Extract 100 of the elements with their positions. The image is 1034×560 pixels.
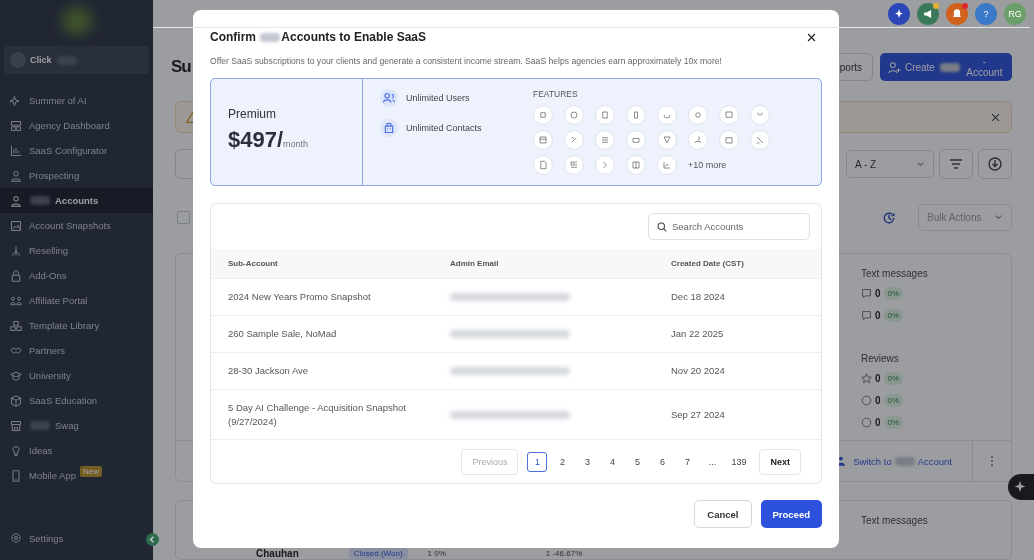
sidebar-item[interactable]: Ideas — [0, 438, 153, 463]
logo-blur — [56, 4, 97, 38]
search-icon — [657, 222, 667, 232]
feature-icon — [719, 105, 739, 125]
settings-item[interactable]: Settings — [0, 532, 70, 544]
blocks-icon — [10, 319, 22, 332]
feature-icon — [595, 105, 615, 125]
proceed-button[interactable]: Proceed — [760, 500, 822, 528]
sidebar-item[interactable]: Mobile App New — [0, 463, 153, 488]
plan-price: $497/month — [228, 127, 310, 153]
header-button[interactable] — [888, 2, 910, 25]
bulb-icon — [10, 444, 22, 457]
change-badge: 0% — [883, 415, 904, 429]
chat-icon — [861, 309, 872, 321]
dialog-subtitle: Offer SaaS subscriptions to your clients and generate a consistent income stream. SaaS helps agencies earn approximately 10x more! — [210, 56, 723, 66]
sidebar-item[interactable]: Partners — [0, 338, 153, 363]
stat-title: Text messages — [861, 515, 929, 528]
column-header: Admin Email — [450, 259, 500, 268]
create-account-button[interactable]: Create -Account — [880, 53, 1012, 82]
chart-icon — [10, 144, 22, 157]
feature-icon — [719, 130, 739, 150]
bulk-actions-dropdown[interactable]: Bulk Actions — [918, 204, 1012, 232]
change-badge: 0% — [883, 308, 904, 322]
table-cell-text: Nov 20 2024 — [671, 364, 726, 378]
stat-value: 0 — [875, 394, 881, 406]
collapse-button[interactable] — [146, 533, 159, 546]
feature-icon — [750, 105, 770, 125]
notification-dot — [933, 2, 939, 9]
feature-icon — [564, 155, 584, 175]
cancel-button[interactable]: Cancel — [694, 500, 752, 528]
account-switcher[interactable]: Click — [4, 46, 149, 74]
sort-dropdown[interactable]: A - Z — [846, 150, 934, 179]
sidebar-item[interactable]: Template Library — [0, 313, 153, 338]
lock-icon — [10, 269, 22, 282]
close-icon[interactable] — [806, 31, 817, 43]
more-features-label: +10 more — [688, 160, 728, 170]
table-cell-text: 2024 New Years Promo Snapshot — [228, 290, 372, 304]
person-icon — [10, 194, 22, 207]
history-icon[interactable] — [881, 209, 897, 226]
building-icon — [380, 119, 398, 137]
new-badge: New — [80, 466, 103, 477]
ai-assistant-button[interactable] — [1008, 474, 1034, 500]
feature-icon — [595, 155, 615, 175]
sidebar-item[interactable]: Agency Dashboard — [0, 113, 153, 138]
feature-icon — [688, 130, 708, 150]
notification-dot — [962, 2, 968, 9]
stat-value: 0 — [875, 309, 881, 321]
download-button[interactable] — [978, 149, 1012, 180]
stat-value: 0 — [875, 416, 881, 428]
account-name: Chauhan — [256, 549, 299, 559]
store-icon — [10, 419, 22, 432]
table-cell-text: 28-30 Jackson Ave — [228, 364, 310, 378]
sidebar-item[interactable]: SaaS Configurator — [0, 138, 153, 163]
caret-icon — [916, 159, 925, 169]
feature-icon — [595, 130, 615, 150]
chat-icon — [861, 287, 872, 299]
users-icon — [380, 89, 398, 107]
feature-icon — [626, 130, 646, 150]
sidebar-item[interactable]: Prospecting — [0, 163, 153, 188]
feature-icon — [564, 130, 584, 150]
select-all-checkbox[interactable] — [177, 211, 190, 225]
feature-icon — [657, 155, 677, 175]
people-icon — [10, 294, 22, 307]
sidebar-item[interactable]: Reselling — [0, 238, 153, 263]
header-button[interactable] — [917, 2, 939, 25]
feature-icon — [533, 130, 553, 150]
header-button[interactable]: RG — [1004, 2, 1026, 25]
search-field[interactable]: Search Accounts — [648, 213, 810, 240]
sidebar-item[interactable]: University — [0, 363, 153, 388]
star-icon — [861, 372, 872, 384]
sidebar-item[interactable]: Account Snapshots — [0, 213, 153, 238]
stat-value: 1 0% — [427, 549, 446, 559]
feature-icon — [657, 105, 677, 125]
change-badge: 0% — [883, 371, 904, 385]
sidebar-item[interactable]: Add-Ons — [0, 263, 153, 288]
network-icon — [10, 244, 22, 257]
header-button[interactable] — [946, 2, 968, 25]
sidebar-item[interactable]: Summer of AI — [0, 88, 153, 113]
phone-icon — [10, 469, 22, 482]
feature-icon — [750, 130, 770, 150]
sidebar-item[interactable]: Accounts — [0, 188, 153, 213]
feature-icon — [564, 105, 584, 125]
switch-account-link[interactable]: Switch to Account — [837, 455, 952, 467]
feature-icon — [626, 155, 646, 175]
dialog-title: Confirm Accounts to Enable SaaS — [210, 30, 427, 44]
page-title: Su — [171, 57, 191, 78]
table-cell-text: 260 Sample Sale, NoMad — [228, 327, 338, 341]
graduation-cap-icon — [10, 369, 22, 382]
sidebar-item[interactable]: Affiliate Portal — [0, 288, 153, 313]
sidebar-item[interactable]: Swag — [0, 413, 153, 438]
feature-icon — [626, 105, 646, 125]
feature-icon — [657, 130, 677, 150]
change-badge: 0% — [883, 286, 904, 300]
table-cell-text: Sep 27 2024 — [671, 407, 726, 422]
filter-button[interactable] — [939, 149, 973, 180]
next-button[interactable]: Next — [759, 448, 801, 475]
sparkle-icon — [10, 94, 22, 107]
sidebar-item[interactable]: SaaS Education — [0, 388, 153, 413]
page-button[interactable]: 1 — [527, 451, 548, 472]
header-button[interactable]: ? — [975, 2, 997, 25]
